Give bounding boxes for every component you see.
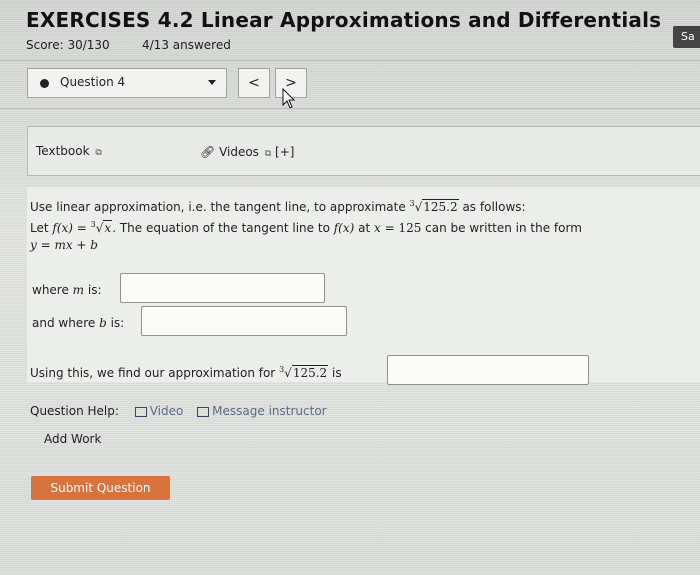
problem-text: . The equation of the tangent line to: [112, 221, 334, 235]
score-text: Score: 30/130: [26, 38, 110, 52]
b-input[interactable]: [141, 306, 347, 336]
label-text: is:: [84, 283, 102, 297]
approximation-input[interactable]: [387, 355, 589, 385]
label-text: Using this, we find our approximation fo…: [30, 366, 280, 380]
tab-videos[interactable]: 🔗︎ Videos ⧉ [+]: [200, 145, 294, 159]
b-variable: b: [99, 316, 107, 330]
tab-textbook-label: Textbook: [36, 144, 90, 158]
label-text: and where: [32, 316, 100, 330]
external-link-icon: ⧉: [264, 149, 272, 159]
equals-sign: =: [380, 221, 399, 235]
m-variable: m: [72, 283, 85, 297]
tab-textbook[interactable]: Textbook ⧉: [36, 144, 102, 158]
video-help-link[interactable]: Video: [134, 404, 184, 418]
problem-line-2: Let f(x) = 3√x. The equation of the tang…: [30, 220, 582, 235]
answered-count: 4/13 answered: [142, 38, 231, 52]
page-title: EXERCISES 4.2 Linear Approximations and …: [26, 8, 661, 32]
video-help-label: Video: [149, 404, 184, 418]
divider: [0, 60, 700, 61]
function-name: f(x): [52, 221, 73, 235]
title-topic: Linear Approximations and Differentials: [200, 8, 662, 32]
save-button[interactable]: Sa: [673, 26, 700, 48]
question-select[interactable]: Question 4: [27, 68, 227, 98]
video-icon: [134, 406, 147, 417]
mouse-cursor-icon: [282, 88, 296, 109]
root-index: 3: [90, 220, 96, 229]
video-icon: 🔗︎: [200, 145, 216, 159]
where-m-label: where m is:: [32, 283, 102, 297]
status-dot-icon: [40, 79, 49, 88]
question-select-label: Question 4: [60, 75, 126, 89]
question-help-label: Question Help:: [30, 404, 119, 418]
previous-question-button[interactable]: <: [238, 68, 270, 98]
function-name: f(x): [333, 221, 355, 235]
problem-text: Use linear approximation, i.e. the tange…: [30, 200, 410, 214]
problem-text: as follows:: [458, 200, 526, 214]
envelope-icon: [197, 406, 210, 417]
question-help: Question Help: Video Message instructor: [30, 404, 327, 418]
cube-root-expression: 3√125.2: [409, 199, 459, 214]
m-input[interactable]: [120, 273, 325, 303]
line-form: y = mx + b: [30, 238, 98, 252]
cube-root-expression: 3√125.2: [279, 365, 329, 380]
root-index: 3: [279, 365, 285, 374]
problem-line-1: Use linear approximation, i.e. the tange…: [30, 199, 526, 214]
chevron-down-icon: [208, 80, 216, 85]
root-value: 125.2: [291, 365, 329, 380]
divider: [0, 108, 700, 109]
x-value: 125: [398, 221, 422, 235]
root-index: 3: [409, 199, 415, 208]
root-variable: x: [103, 220, 113, 235]
label-text: is:: [106, 316, 125, 330]
approximation-label: Using this, we find our approximation fo…: [30, 365, 342, 380]
label-text: where: [32, 283, 73, 297]
tab-videos-label: Videos: [219, 145, 259, 159]
where-b-label: and where b is:: [32, 316, 124, 330]
cube-root-x: 3√x: [90, 220, 113, 235]
external-link-icon: ⧉: [95, 148, 102, 158]
message-instructor-label: Message instructor: [212, 404, 327, 418]
message-instructor-link[interactable]: Message instructor: [197, 404, 327, 418]
root-value: 125.2: [422, 199, 459, 214]
title-section: EXERCISES 4.2: [26, 8, 194, 32]
add-work-button[interactable]: Add Work: [44, 428, 114, 450]
equals-sign: =: [72, 221, 91, 235]
resource-tabs: [27, 126, 700, 176]
submit-question-button[interactable]: Submit Question: [31, 476, 170, 500]
label-text: is: [328, 366, 342, 380]
x-variable: x: [373, 221, 381, 235]
tab-videos-extra[interactable]: [+]: [275, 145, 294, 159]
problem-text: Let: [30, 221, 53, 235]
problem-text: at: [354, 221, 374, 235]
problem-text: can be written in the form: [421, 221, 582, 235]
